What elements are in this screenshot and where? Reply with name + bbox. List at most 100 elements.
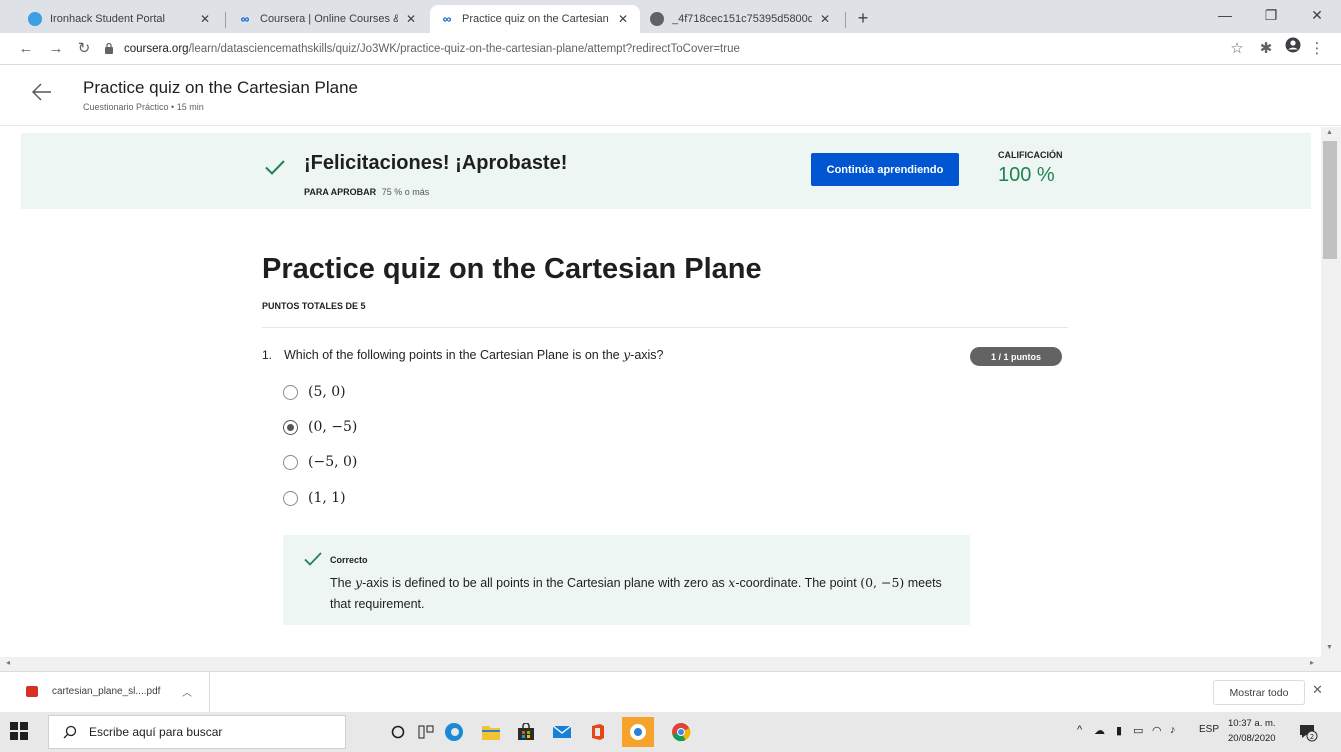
divider: [262, 327, 1068, 328]
cortana-icon[interactable]: [386, 720, 410, 744]
pass-value: 75 % o más: [381, 187, 430, 197]
bookmark-star-icon[interactable]: ☆: [1225, 37, 1249, 61]
tab-close-icon[interactable]: ✕: [818, 12, 832, 26]
close-shelf-icon[interactable]: ✕: [1312, 682, 1323, 698]
pass-banner: ¡Felicitaciones! ¡Aprobaste! PARA APROBA…: [21, 133, 1311, 209]
download-filename: cartesian_plane_sl....pdf: [52, 686, 161, 697]
extensions-icon[interactable]: ✱: [1254, 37, 1278, 61]
back-arrow-icon[interactable]: [30, 80, 60, 110]
new-tab-button[interactable]: +: [851, 6, 875, 30]
radio-button-selected[interactable]: [283, 419, 298, 435]
usb-icon[interactable]: ▮: [1116, 724, 1122, 737]
feedback-box: Correcto The y-axis is defined to be all…: [283, 535, 970, 625]
forward-icon[interactable]: →: [44, 37, 68, 61]
taskbar-search-input[interactable]: Escribe aquí para buscar: [48, 715, 346, 749]
cloud-icon[interactable]: ☁: [1094, 724, 1105, 737]
continue-learning-button[interactable]: Continúa aprendiendo: [811, 153, 959, 186]
browser-toolbar: ← → ↻ coursera.org /learn/datasciencemat…: [0, 33, 1341, 65]
answer-option[interactable]: (−5, 0): [283, 452, 357, 472]
course-header: Practice quiz on the Cartesian Plane Cue…: [0, 66, 1341, 126]
scroll-left-icon[interactable]: ◂: [6, 658, 10, 667]
download-item[interactable]: cartesian_plane_sl....pdf ︿: [0, 672, 210, 712]
horizontal-scrollbar[interactable]: ◂ ▸: [0, 657, 1341, 671]
feedback-part: -axis is defined to be all points in the…: [362, 576, 729, 590]
answer-option[interactable]: (5, 0): [283, 382, 346, 402]
store-icon[interactable]: [514, 720, 538, 744]
tab-title: Practice quiz on the Cartesian Pl: [462, 13, 610, 25]
tab-file[interactable]: _4f718cec151c75395d5800d4a2c ✕: [640, 5, 842, 33]
task-view-icon[interactable]: [414, 720, 438, 744]
window-close-icon[interactable]: ✕: [1294, 0, 1340, 33]
header-title: Practice quiz on the Cartesian Plane: [83, 78, 358, 97]
restore-icon[interactable]: ❐: [1248, 0, 1294, 33]
checkmark-icon: [303, 549, 323, 569]
profile-icon[interactable]: [1281, 37, 1305, 61]
main-content: ¡Felicitaciones! ¡Aprobaste! PARA APROBA…: [0, 127, 1321, 657]
globe-favicon-icon: [650, 12, 664, 26]
scroll-right-icon[interactable]: ▸: [1310, 658, 1314, 667]
answer-option[interactable]: (0, −5): [283, 417, 357, 437]
pass-label: PARA APROBAR: [304, 187, 377, 197]
url-domain: coursera.org: [124, 43, 189, 55]
reload-icon[interactable]: ↻: [72, 37, 96, 61]
clock-time: 10:37 a. m.: [1228, 718, 1276, 729]
show-all-button[interactable]: Mostrar todo: [1213, 680, 1305, 705]
congrats-heading: ¡Felicitaciones! ¡Aprobaste!: [304, 152, 568, 174]
pass-requirement: PARA APROBAR 75 % o más: [304, 187, 429, 197]
office-icon[interactable]: [586, 720, 610, 744]
scroll-up-icon[interactable]: ▲: [1326, 129, 1333, 136]
option-label: (−5, 0): [308, 454, 358, 470]
menu-kebab-icon[interactable]: ⋮: [1305, 37, 1329, 61]
minimize-icon[interactable]: —: [1202, 0, 1248, 33]
tab-title: Coursera | Online Courses & Cre: [260, 13, 398, 25]
answer-option[interactable]: (1, 1): [283, 488, 346, 508]
grade-value: 100 %: [998, 164, 1055, 186]
battery-icon[interactable]: ▭: [1133, 724, 1143, 737]
option-label: (0, −5): [308, 419, 358, 435]
lock-icon: [104, 42, 116, 57]
chevron-up-icon[interactable]: ︿: [182, 684, 192, 699]
system-clock[interactable]: 10:37 a. m. 20/08/2020: [1228, 716, 1276, 746]
back-icon[interactable]: ←: [14, 37, 38, 61]
option-label: (1, 1): [308, 490, 346, 506]
tab-coursera[interactable]: ∞ Coursera | Online Courses & Cre ✕: [228, 5, 428, 33]
pdf-file-icon: [26, 686, 38, 697]
windows-taskbar: Escribe aquí para buscar ^ ☁ ▮ ▭ ◠ ♪ ESP…: [0, 712, 1341, 752]
tab-ironhack[interactable]: Ironhack Student Portal ✕: [18, 5, 222, 33]
score-badge: 1 / 1 puntos: [970, 347, 1062, 366]
tab-close-icon[interactable]: ✕: [616, 12, 630, 26]
wifi-icon[interactable]: ◠: [1152, 724, 1162, 737]
radio-button[interactable]: [283, 384, 298, 400]
quiz-title: Practice quiz on the Cartesian Plane: [262, 253, 762, 285]
language-indicator[interactable]: ESP: [1199, 724, 1219, 735]
edge-browser-icon[interactable]: [442, 720, 466, 744]
download-shelf: cartesian_plane_sl....pdf ︿ Mostrar todo…: [0, 671, 1341, 712]
vertical-scrollbar[interactable]: ▲ ▼: [1321, 127, 1341, 657]
tab-separator: [225, 12, 226, 28]
mail-icon[interactable]: [550, 720, 574, 744]
scroll-down-icon[interactable]: ▼: [1326, 644, 1333, 651]
tab-close-icon[interactable]: ✕: [198, 12, 212, 26]
chrome-icon[interactable]: [669, 720, 693, 744]
checkmark-icon: [263, 155, 287, 179]
coursera-favicon-icon: ∞: [442, 12, 452, 26]
tab-title: _4f718cec151c75395d5800d4a2c: [672, 13, 812, 25]
feedback-part: The: [330, 576, 356, 590]
coursera-favicon-icon: ∞: [240, 12, 250, 26]
header-subtitle: Cuestionario Práctico • 15 min: [83, 102, 204, 112]
chevron-up-tray-icon[interactable]: ^: [1077, 724, 1082, 736]
file-explorer-icon[interactable]: [479, 720, 503, 744]
tab-practice-quiz[interactable]: ∞ Practice quiz on the Cartesian Pl ✕: [430, 5, 640, 33]
ironhack-favicon-icon: [28, 12, 42, 26]
volume-icon[interactable]: ♪: [1170, 724, 1176, 736]
search-icon: [63, 725, 77, 739]
tab-close-icon[interactable]: ✕: [404, 12, 418, 26]
notification-center-icon[interactable]: 2: [1298, 722, 1318, 742]
colorful-app-icon[interactable]: [622, 717, 654, 747]
windows-start-icon[interactable]: [10, 722, 30, 742]
radio-button[interactable]: [283, 454, 298, 470]
scrollbar-thumb[interactable]: [1323, 141, 1337, 259]
option-label: (5, 0): [308, 384, 346, 400]
radio-button[interactable]: [283, 490, 298, 506]
address-bar[interactable]: coursera.org /learn/datasciencemathskill…: [104, 37, 1214, 61]
